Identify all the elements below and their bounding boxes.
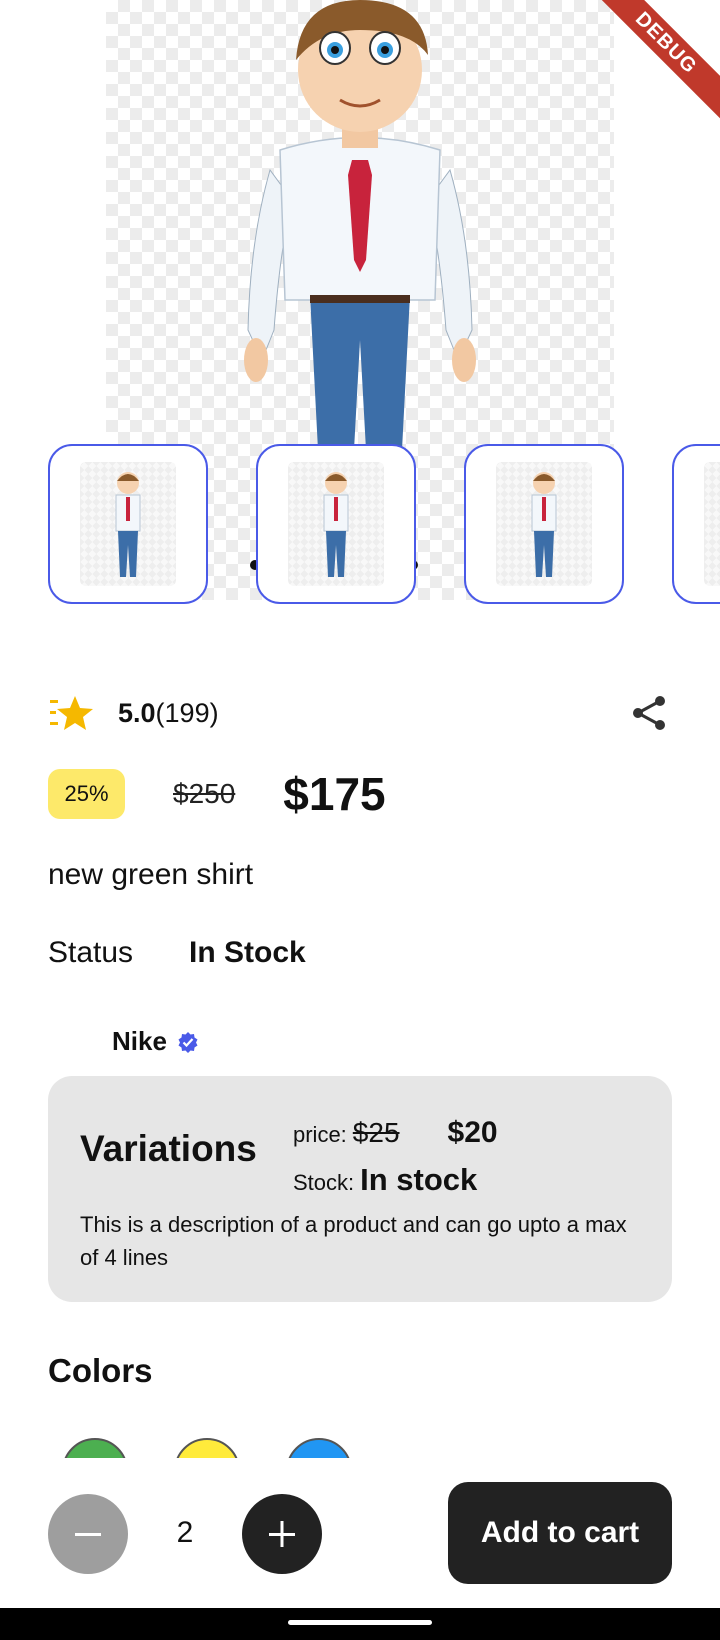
variations-card: Variations price: $25 $20 Stock: In stoc…: [48, 1076, 672, 1302]
product-title: new green shirt: [48, 858, 254, 891]
color-swatches: [0, 1430, 720, 1458]
status-label: Status: [48, 936, 134, 969]
variation-description: This is a description of a product and c…: [80, 1212, 627, 1270]
brand-row[interactable]: Nike: [112, 1026, 199, 1057]
variations-title: Variations: [80, 1128, 257, 1169]
discount-badge: 25%: [48, 769, 125, 819]
thumbnail-strip: [48, 444, 720, 604]
product-main-image[interactable]: [230, 0, 490, 450]
rating-count: (199): [155, 697, 219, 728]
increase-quantity-button[interactable]: [242, 1494, 322, 1574]
variation-price-label: price:: [293, 1122, 347, 1147]
variation-stock-value: In stock: [360, 1162, 478, 1197]
decrease-quantity-button[interactable]: [48, 1494, 128, 1574]
share-button[interactable]: [626, 690, 672, 736]
variation-price-row: price: $25 $20: [293, 1116, 498, 1150]
variation-stock-label: Stock:: [293, 1170, 355, 1195]
rating-value: 5.0: [118, 697, 156, 728]
thumbnail-image: [115, 472, 141, 577]
minus-icon: [75, 1533, 101, 1536]
rating-row: 5.0 (199): [48, 690, 672, 736]
stock-status-row: Status In Stock: [48, 936, 306, 970]
color-swatch-yellow[interactable]: [174, 1438, 240, 1458]
original-price: $250: [173, 778, 236, 809]
add-to-cart-button[interactable]: Add to cart: [448, 1482, 672, 1584]
add-to-cart-bar: 2 Add to cart: [0, 1458, 720, 1608]
current-price: $175: [283, 768, 386, 820]
color-swatch-blue[interactable]: [286, 1438, 352, 1458]
plus-icon: [269, 1521, 295, 1547]
color-swatch-green[interactable]: [62, 1438, 128, 1458]
thumbnail-3[interactable]: [464, 444, 624, 604]
brand-name: Nike: [112, 1026, 167, 1056]
thumbnail-4[interactable]: [672, 444, 720, 604]
colors-title: Colors: [48, 1352, 153, 1389]
variation-original-price: $25: [352, 1117, 400, 1148]
system-navigation-bar: [0, 1608, 720, 1640]
variation-stock-row: Stock: In stock: [293, 1162, 477, 1198]
thumbnail-1[interactable]: [48, 444, 208, 604]
status-value: In Stock: [189, 936, 306, 969]
star-rating-icon: [50, 696, 93, 730]
home-indicator[interactable]: [288, 1620, 432, 1625]
variation-sale-price: $20: [447, 1116, 498, 1149]
thumbnail-2[interactable]: [256, 444, 416, 604]
thumbnail-image: [323, 472, 349, 577]
price-row: 25% $250 $175: [48, 764, 672, 824]
quantity-value: 2: [176, 1516, 194, 1549]
verified-badge-icon: [178, 1031, 198, 1053]
share-icon: [633, 696, 665, 730]
thumbnail-image: [531, 472, 557, 577]
